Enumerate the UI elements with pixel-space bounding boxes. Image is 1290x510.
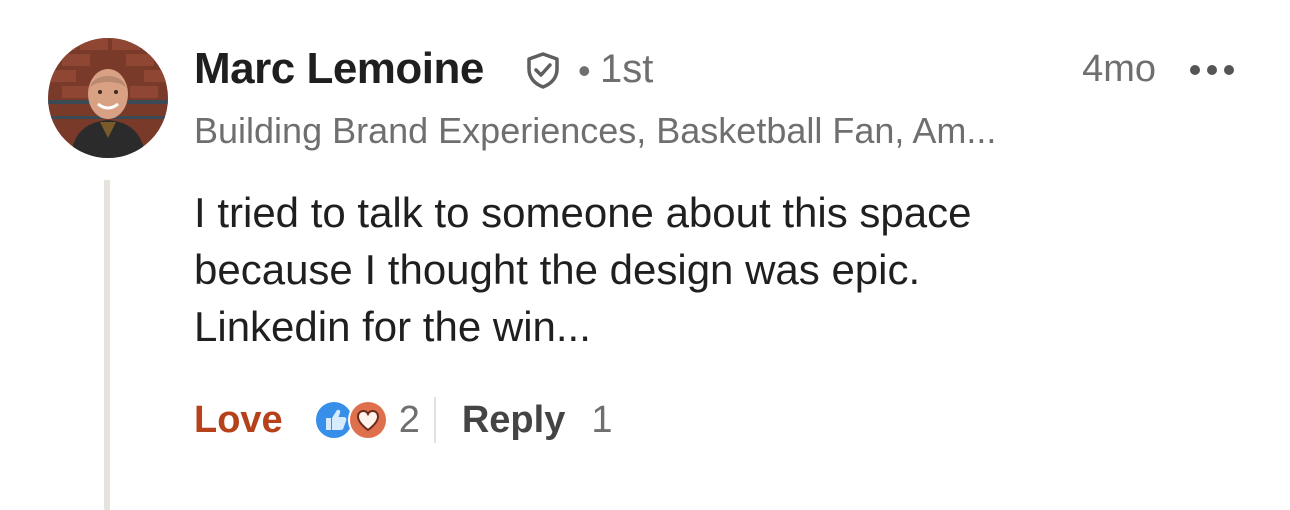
love-reaction-button[interactable]: Love <box>194 399 283 442</box>
heart-icon <box>347 400 388 440</box>
comment-actions: Love 2 Reply 1 <box>194 395 612 445</box>
connection-degree: 1st <box>600 47 654 91</box>
comment-thread-line <box>104 180 110 510</box>
reply-button[interactable]: Reply <box>462 399 565 442</box>
timestamp: 4mo <box>1082 48 1156 90</box>
avatar[interactable] <box>48 38 168 158</box>
comment-text: I tried to talk to someone about this sp… <box>194 189 972 350</box>
author-headline: Building Brand Experiences, Basketball F… <box>194 110 997 151</box>
action-divider <box>433 397 436 443</box>
reaction-count[interactable]: 2 <box>399 399 420 442</box>
separator-dot: • <box>578 50 591 91</box>
avatar-photo <box>48 38 168 158</box>
author-name[interactable]: Marc Lemoine <box>194 44 484 94</box>
more-options-icon[interactable] <box>1190 62 1234 78</box>
reaction-summary[interactable] <box>313 398 391 442</box>
reply-count[interactable]: 1 <box>591 399 612 442</box>
verified-shield-icon <box>527 52 559 89</box>
